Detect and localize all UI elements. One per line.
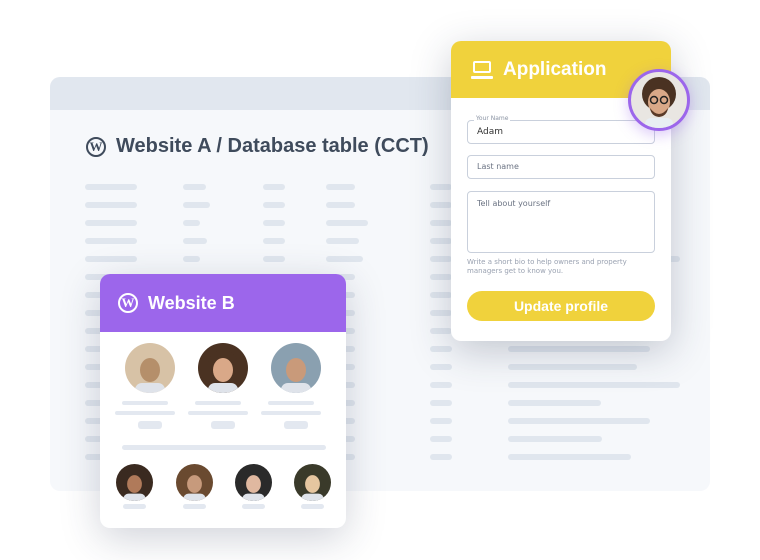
skeleton-bar bbox=[430, 400, 452, 406]
avatar-profile-woman-glasses bbox=[176, 464, 213, 501]
avatar-profile-man-curly-glasses bbox=[198, 343, 248, 393]
avatar-profile-person-hat bbox=[235, 464, 272, 501]
skeleton-bar bbox=[122, 445, 326, 450]
user-avatar bbox=[628, 69, 690, 131]
first-name-label: Your Name bbox=[474, 115, 511, 122]
skeleton-bar bbox=[430, 184, 452, 190]
skeleton-bar bbox=[263, 238, 285, 244]
skeleton-bar bbox=[301, 504, 324, 509]
skeleton-bar bbox=[183, 256, 200, 262]
skeleton-bar bbox=[183, 184, 206, 190]
skeleton-bar bbox=[263, 202, 285, 208]
skeleton-bar bbox=[430, 220, 452, 226]
skeleton-bar bbox=[508, 400, 601, 406]
website-a-title: W Website A / Database table (CCT) bbox=[86, 135, 429, 158]
avatar-profile-woman-smiling bbox=[294, 464, 331, 501]
bio-helper-text: Write a short bio to help owners and pro… bbox=[467, 258, 627, 275]
website-b-title: Website B bbox=[148, 292, 235, 313]
bio-textarea[interactable]: Tell about yourself bbox=[467, 191, 655, 253]
skeleton-bar bbox=[430, 256, 452, 262]
wordpress-icon: W bbox=[118, 293, 138, 313]
last-name-placeholder: Last name bbox=[477, 162, 519, 171]
website-b-header: W Website B bbox=[100, 274, 346, 332]
avatar-profile-woman-blonde bbox=[125, 343, 175, 393]
update-profile-button[interactable]: Update profile bbox=[467, 291, 655, 321]
skeleton-bar bbox=[85, 202, 137, 208]
skeleton-bar bbox=[508, 418, 650, 424]
skeleton-bar bbox=[284, 421, 308, 429]
skeleton-bar bbox=[326, 202, 355, 208]
skeleton-bar bbox=[242, 504, 265, 509]
avatar-profile-man-glasses bbox=[116, 464, 153, 501]
skeleton-bar bbox=[183, 220, 200, 226]
website-b-card: W Website B bbox=[100, 274, 346, 528]
skeleton-bar bbox=[263, 256, 285, 262]
skeleton-bar bbox=[85, 238, 137, 244]
avatar-profile-man-beard bbox=[271, 343, 321, 393]
wordpress-icon: W bbox=[86, 136, 106, 157]
skeleton-bar bbox=[326, 238, 359, 244]
skeleton-bar bbox=[430, 364, 452, 370]
skeleton-bar bbox=[85, 184, 137, 190]
skeleton-bar bbox=[508, 346, 650, 352]
bio-placeholder: Tell about yourself bbox=[477, 199, 551, 208]
skeleton-bar bbox=[268, 401, 314, 405]
skeleton-bar bbox=[123, 504, 146, 509]
last-name-field[interactable]: Last name bbox=[467, 155, 655, 179]
skeleton-bar bbox=[138, 421, 162, 429]
skeleton-bar bbox=[430, 382, 452, 388]
skeleton-bar bbox=[183, 238, 207, 244]
skeleton-bar bbox=[430, 418, 452, 424]
skeleton-bar bbox=[211, 421, 235, 429]
skeleton-bar bbox=[430, 238, 452, 244]
skeleton-bar bbox=[508, 436, 602, 442]
skeleton-bar bbox=[430, 202, 452, 208]
skeleton-bar bbox=[115, 411, 175, 415]
skeleton-bar bbox=[85, 256, 137, 262]
skeleton-bar bbox=[430, 274, 452, 280]
skeleton-bar bbox=[430, 346, 452, 352]
skeleton-bar bbox=[183, 202, 210, 208]
skeleton-bar bbox=[183, 504, 206, 509]
skeleton-bar bbox=[326, 256, 363, 262]
skeleton-bar bbox=[430, 310, 452, 316]
skeleton-bar bbox=[263, 184, 285, 190]
first-name-value: Adam bbox=[477, 127, 503, 137]
skeleton-bar bbox=[430, 436, 452, 442]
first-name-field[interactable]: Your Name Adam bbox=[467, 115, 655, 144]
website-a-title-text: Website A / Database table (CCT) bbox=[116, 135, 429, 157]
skeleton-bar bbox=[263, 220, 285, 226]
skeleton-bar bbox=[430, 454, 452, 460]
skeleton-bar bbox=[326, 184, 355, 190]
skeleton-bar bbox=[508, 382, 680, 388]
skeleton-bar bbox=[430, 292, 452, 298]
skeleton-bar bbox=[195, 401, 241, 405]
skeleton-bar bbox=[122, 401, 168, 405]
skeleton-bar bbox=[85, 220, 137, 226]
skeleton-bar bbox=[261, 411, 321, 415]
skeleton-bar bbox=[326, 220, 368, 226]
skeleton-bar bbox=[508, 364, 637, 370]
skeleton-bar bbox=[508, 454, 631, 460]
application-title: Application bbox=[503, 58, 607, 80]
skeleton-bar bbox=[430, 328, 452, 334]
laptop-icon bbox=[471, 60, 493, 79]
skeleton-bar bbox=[188, 411, 248, 415]
